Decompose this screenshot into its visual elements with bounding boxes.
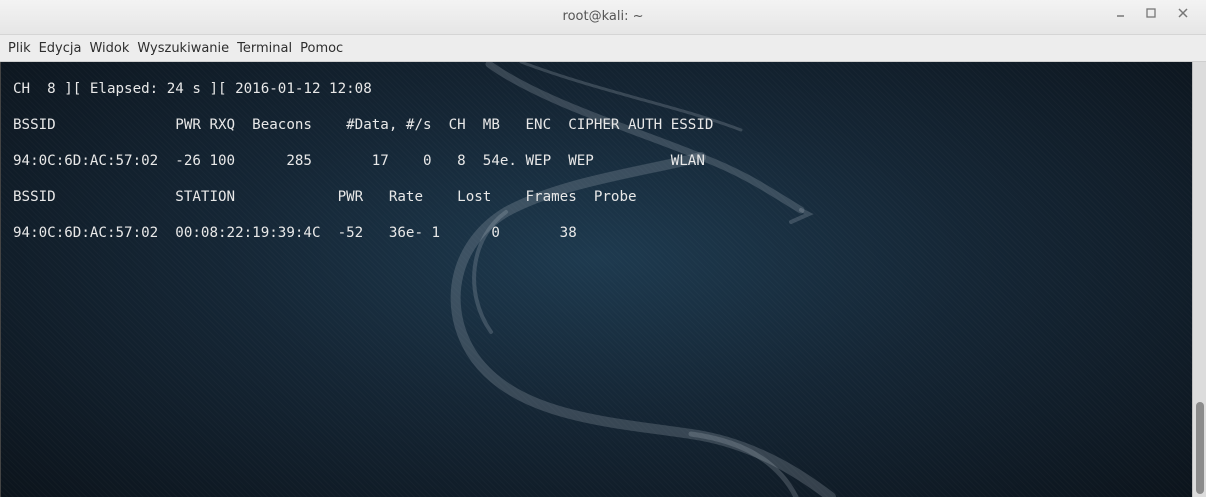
scrollbar-thumb[interactable] <box>1196 402 1204 494</box>
window-title: root@kali: ~ <box>562 9 644 24</box>
menu-terminal[interactable]: Terminal <box>237 41 292 56</box>
terminal-scrollbar[interactable] <box>1192 62 1206 497</box>
menu-edycja[interactable]: Edycja <box>39 41 82 56</box>
terminal-window: root@kali: ~ Plik Edycja Widok Wyszukiwa… <box>0 0 1206 497</box>
minimize-button[interactable] <box>1110 4 1132 22</box>
close-button[interactable] <box>1172 4 1194 22</box>
close-icon <box>1178 8 1188 18</box>
menu-pomoc[interactable]: Pomoc <box>300 41 343 56</box>
maximize-icon <box>1146 8 1156 18</box>
menu-wyszukiwanie[interactable]: Wyszukiwanie <box>137 41 229 56</box>
ap-table-row: 94:0C:6D:AC:57:02 -26 100 285 17 0 8 54e… <box>13 153 705 169</box>
terminal-area[interactable]: CH 8 ][ Elapsed: 24 s ][ 2016-01-12 12:0… <box>0 62 1193 497</box>
menu-plik[interactable]: Plik <box>8 41 31 56</box>
title-bar[interactable]: root@kali: ~ <box>0 0 1206 35</box>
ap-table-header: BSSID PWR RXQ Beacons #Data, #/s CH MB E… <box>13 117 714 133</box>
minimize-icon <box>1117 15 1124 17</box>
maximize-button[interactable] <box>1140 4 1162 22</box>
station-table-header: BSSID STATION PWR Rate Lost Frames Probe <box>13 189 637 205</box>
terminal-status-line: CH 8 ][ Elapsed: 24 s ][ 2016-01-12 12:0… <box>13 81 372 97</box>
station-table-row: 94:0C:6D:AC:57:02 00:08:22:19:39:4C -52 … <box>13 225 577 241</box>
menu-widok[interactable]: Widok <box>89 41 129 56</box>
menu-bar: Plik Edycja Widok Wyszukiwanie Terminal … <box>0 35 1206 62</box>
